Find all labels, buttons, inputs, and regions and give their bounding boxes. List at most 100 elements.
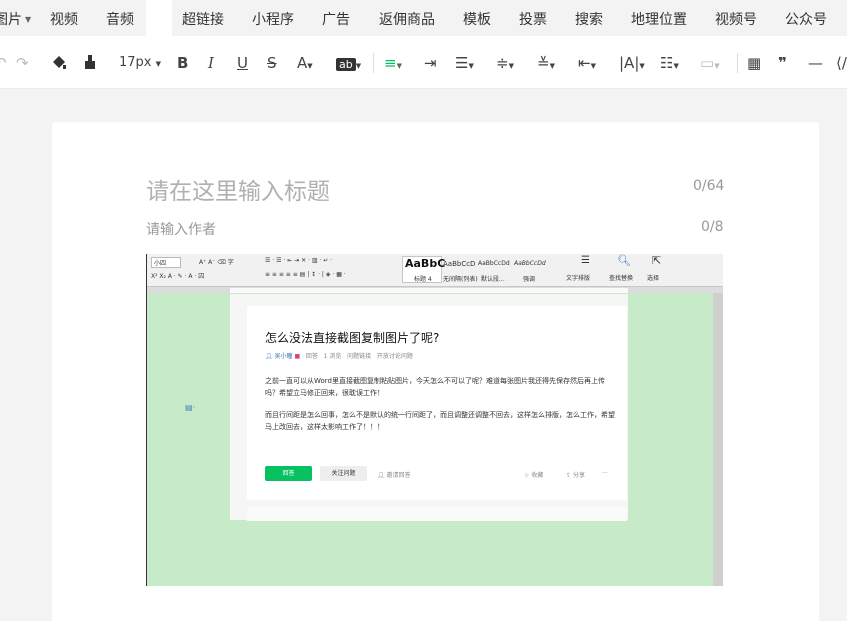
embedded-screenshot-image[interactable]: 小四 A⁺ A⁻ ⌫ 字 X² X₂ A · ✎ · A · 囚 ☰ · ☰ ·… (146, 254, 723, 586)
format-toolbar: ↶ ↷ 17px ▼ B I U S A▼ ab ▼ ≡▼ ⇥ ☰▼ ≑▼ ≚▼ … (0, 36, 847, 89)
chevron-down-icon: ▼ (549, 62, 555, 70)
horizontal-rule-icon[interactable]: — (808, 53, 823, 73)
post-title: 怎么没法直接截图复制图片了呢? (265, 331, 440, 345)
author-char-count: 0/8 (701, 219, 724, 235)
invite-icon: 👤︎ (377, 472, 385, 479)
clear-format-icon[interactable] (82, 53, 98, 73)
font-color-button[interactable]: A▼ (297, 53, 313, 73)
title-char-count: 0/64 (693, 178, 725, 194)
paste-options-icon: ▤· (185, 403, 196, 412)
font-size-value: 17px (119, 55, 152, 70)
insert-image[interactable]: 图片 ▼ (0, 9, 31, 29)
insert-miniprogram[interactable]: 小程序 (252, 9, 294, 29)
table-icon[interactable]: ▦ (747, 53, 761, 73)
text-indent-icon[interactable]: ⇤▼ (578, 53, 596, 73)
post-body-paragraph: 而且行间距是怎么回事，怎么不是默认的统一行间距了，而且调整还调整不回去，这样怎么… (265, 411, 615, 431)
align-center-icon[interactable]: ☰▼ (455, 53, 474, 73)
answer-button: 回答 (265, 466, 312, 481)
chevron-down-icon: ▼ (508, 62, 514, 70)
ribbon-select: 选择 (647, 275, 660, 282)
author-input[interactable]: 请输入作者 (146, 219, 216, 239)
post-author: 吴小瞳 (274, 353, 293, 360)
align-justify-icon[interactable]: ≡▼ (384, 53, 402, 73)
text-layout-icon: ☰ (581, 255, 590, 266)
meta-views: 1 浏览 (323, 353, 342, 360)
letter-spacing-icon[interactable]: |A|▼ (619, 53, 645, 73)
chevron-down-icon: ▼ (639, 62, 645, 70)
italic-button[interactable]: I (208, 53, 214, 73)
insert-vote[interactable]: 投票 (519, 9, 547, 29)
chevron-down-icon: ▼ (714, 62, 720, 70)
collect-label: 收藏 (531, 472, 544, 479)
style-preview-default: AaBbCcDd (478, 260, 510, 267)
chevron-down-icon: ▼ (25, 15, 32, 24)
collect-action: ☆ 收藏 (524, 470, 543, 479)
ribbon-align-icons: ≡ ≡ ≡ ≡ ≡ ▤ | ↕ · | ◈ · ▦ · (265, 271, 346, 278)
style-name-emphasis: 强调 (523, 276, 536, 283)
chevron-down-icon: ▼ (590, 62, 596, 70)
chevron-down-icon: ▼ (673, 62, 679, 70)
strikethrough-button[interactable]: S (267, 53, 277, 73)
ribbon-list-icons: ☰ · ☰ · ⇤ ⇥ ✕ · ▥ · ↵ · (265, 257, 333, 264)
avatar: 👤︎ (265, 353, 273, 360)
underline-button[interactable]: U (237, 53, 248, 73)
insert-template[interactable]: 模板 (463, 9, 491, 29)
chevron-down-icon: ▼ (468, 62, 474, 70)
style-preview-emphasis: AaBbCcDd (514, 260, 546, 267)
bold-button[interactable]: B (177, 53, 188, 73)
chevron-down-icon: ▼ (396, 62, 402, 70)
insert-video[interactable]: 视频 (50, 9, 78, 29)
style-name-nospacing: 无间隔(列表) (443, 276, 478, 283)
insert-image-label: 图片 (0, 12, 22, 28)
ribbon-font-size: 小四 (151, 257, 182, 268)
style-preview-nospacing: AaBbCcD (443, 260, 476, 268)
ribbon-text-layout: 文字排版 (566, 275, 591, 282)
style-preview-heading4: AaBbC (405, 257, 446, 270)
insert-rebate-product[interactable]: 返佣商品 (379, 9, 435, 29)
list-icon[interactable]: ☷▼ (660, 53, 679, 73)
undo-icon[interactable]: ↶ (0, 53, 7, 73)
insert-location[interactable]: 地理位置 (631, 9, 687, 29)
ribbon-super-sub-icon: X² X₂ A · ✎ · A · 囚 (151, 273, 205, 280)
indent-icon[interactable]: ⇥ (424, 53, 437, 73)
ribbon-grow-font-icon: A⁺ A⁻ ⌫ 字 (199, 259, 234, 266)
font-size-select[interactable]: 17px ▼ (119, 53, 161, 73)
style-name-heading4: 标题 4 (414, 276, 432, 283)
find-icon: 🔍︎ (617, 254, 631, 267)
share-icon: ⇪ (566, 472, 572, 479)
meta-link: 问题链接 (347, 353, 372, 360)
format-painter-icon[interactable] (50, 53, 68, 73)
chevron-down-icon: ▼ (155, 60, 162, 68)
share-label: 分享 (572, 472, 585, 479)
cursor-icon: ⇱ (652, 254, 662, 267)
font-color-label: A (297, 54, 308, 72)
insert-audio[interactable]: 音频 (106, 9, 134, 29)
insert-hyperlink[interactable]: 超链接 (182, 9, 224, 29)
bg-color-label: ab (336, 58, 356, 71)
meta-answer: 回答 (305, 353, 318, 360)
insert-ad[interactable]: 广告 (322, 9, 350, 29)
bg-color-button[interactable]: ab ▼ (336, 53, 361, 73)
redo-icon[interactable]: ↷ (16, 53, 29, 73)
chevron-down-icon: ▼ (355, 62, 362, 70)
layout-icon[interactable]: ▭▼ (700, 53, 720, 73)
share-action: ⇪ 分享 (566, 470, 585, 479)
quote-icon[interactable]: ❞ (778, 53, 787, 73)
paragraph-spacing-icon[interactable]: ≚▼ (537, 53, 555, 73)
insert-menu-bar: 图片 ▼ 视频 音频 超链接 小程序 广告 返佣商品 模板 投票 搜索 地理位置 … (0, 0, 847, 36)
question-post: 怎么没法直接截图复制图片了呢? 👤︎ 吴小瞳 ■ 回答 1 浏览 问题链接 开放… (247, 306, 627, 500)
insert-channels[interactable]: 视频号 (715, 9, 757, 29)
post-meta: 👤︎ 吴小瞳 ■ 回答 1 浏览 问题链接 开放讨论问题 (265, 351, 413, 360)
code-icon[interactable]: ⟨/ (836, 53, 847, 73)
insert-search[interactable]: 搜索 (575, 9, 603, 29)
more-icon: ··· (602, 470, 608, 477)
tab-spacer (146, 0, 172, 36)
line-spacing-icon[interactable]: ≑▼ (496, 53, 514, 73)
word-ruler-page-area (230, 288, 628, 293)
title-input[interactable]: 请在这里输入标题 (146, 172, 330, 206)
ribbon-find-replace: 查找替换 (609, 275, 634, 282)
post-body-paragraph: 之前一直可以从Word里直接截图复制粘贴图片，今天怎么不可以了呢？难道每张图片我… (265, 377, 605, 397)
meta-discussion: 开放讨论问题 (376, 353, 413, 360)
word-scroll-strip (713, 293, 723, 586)
insert-official-account[interactable]: 公众号 (785, 9, 827, 29)
